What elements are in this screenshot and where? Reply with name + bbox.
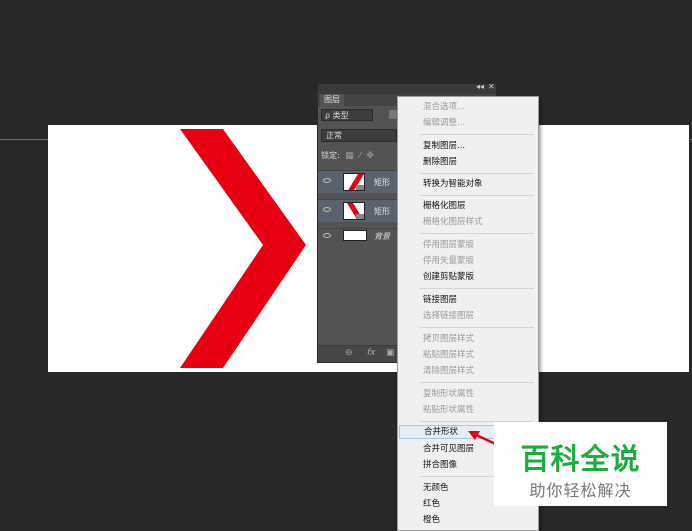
eye-icon[interactable] xyxy=(323,233,331,238)
menu-item-blending-options: 混合选项... xyxy=(423,102,466,112)
layer-row-background[interactable]: 背景 xyxy=(318,228,398,243)
menu-item-disable-vector-mask: 停用矢量蒙版 xyxy=(423,256,475,266)
lock-row: 锁定: ▦ ⁄ ✥ xyxy=(321,150,374,161)
watermark-title: 百科全说 xyxy=(520,442,641,476)
menu-item-rasterize-layer-style: 栅格化图层样式 xyxy=(423,217,483,227)
red-chevron[interactable] xyxy=(180,129,306,368)
menu-item-link-layers[interactable]: 链接图层 xyxy=(399,293,537,307)
menu-item-paste-layer-style: 粘贴图层样式 xyxy=(423,350,475,360)
menu-item-copy-layer-style: 拷贝图层样式 xyxy=(423,334,475,344)
menu-separator xyxy=(420,288,534,289)
menu-separator xyxy=(420,195,534,196)
layer-row[interactable]: 矩形 xyxy=(318,199,398,222)
watermark-badge: 百科全说 助你轻松解决 xyxy=(494,422,667,506)
panel-title-bar[interactable]: ◂◂ ✕ xyxy=(318,82,496,94)
watermark-subtitle: 助你轻松解决 xyxy=(529,481,632,500)
menu-item-edit-adjustment: 编辑调整... xyxy=(423,118,466,128)
blend-mode-select[interactable]: 正常 xyxy=(321,129,397,142)
close-icon[interactable]: ✕ xyxy=(488,82,495,91)
lock-label: 锁定: xyxy=(321,151,340,160)
menu-item-disable-layer-mask: 停用图层蒙版 xyxy=(423,240,475,250)
layer-filter-select[interactable]: ρ 类型 xyxy=(321,109,373,121)
layer-name[interactable]: 背景 xyxy=(374,231,390,242)
menu-item-paste-shape-attributes: 粘贴形状属性 xyxy=(423,405,475,415)
menu-item-create-clipping-mask[interactable]: 创建剪贴蒙版 xyxy=(399,270,537,284)
lock-move-icon[interactable]: ✥ xyxy=(366,151,374,161)
menu-separator xyxy=(420,233,534,234)
mask-icon[interactable]: ▣ xyxy=(386,348,395,358)
fx-icon[interactable]: fx xyxy=(367,348,376,358)
tab-layers[interactable]: 图层 xyxy=(320,94,344,106)
eye-icon[interactable] xyxy=(323,178,331,183)
lock-transparent-icon[interactable]: ▦ xyxy=(345,151,354,161)
menu-separator xyxy=(420,134,534,135)
menu-separator xyxy=(420,173,534,174)
menu-separator xyxy=(420,382,534,383)
menu-item-copy-shape-attributes: 复制形状属性 xyxy=(423,389,475,399)
layer-name[interactable]: 矩形 xyxy=(374,206,390,217)
menu-item-rasterize-layer[interactable]: 栅格化图层 xyxy=(399,199,537,213)
eye-icon[interactable] xyxy=(323,207,331,212)
menu-item-select-linked-layers: 选择链接图层 xyxy=(423,311,475,321)
layer-thumbnail xyxy=(343,202,365,220)
layer-name[interactable]: 矩形 xyxy=(374,177,390,188)
menu-separator xyxy=(420,327,534,328)
menu-item-orange[interactable]: 橙色 xyxy=(399,513,537,527)
filter-image-icon[interactable] xyxy=(389,110,397,119)
menu-item-convert-smart-object[interactable]: 转换为智能对象 xyxy=(399,177,537,191)
layer-thumbnail xyxy=(343,230,367,241)
link-icon[interactable]: ⊖ xyxy=(345,348,353,358)
lock-paint-icon[interactable]: ⁄ xyxy=(359,151,361,161)
layer-thumbnail xyxy=(343,173,365,191)
menu-item-duplicate-layer[interactable]: 复制图层... xyxy=(399,139,537,153)
double-chevron-icon[interactable]: ◂◂ xyxy=(476,82,484,91)
layer-row[interactable]: 矩形 xyxy=(318,170,398,193)
menu-item-delete-layer[interactable]: 删除图层 xyxy=(399,155,537,169)
menu-item-clear-layer-style: 清除图层样式 xyxy=(423,366,475,376)
